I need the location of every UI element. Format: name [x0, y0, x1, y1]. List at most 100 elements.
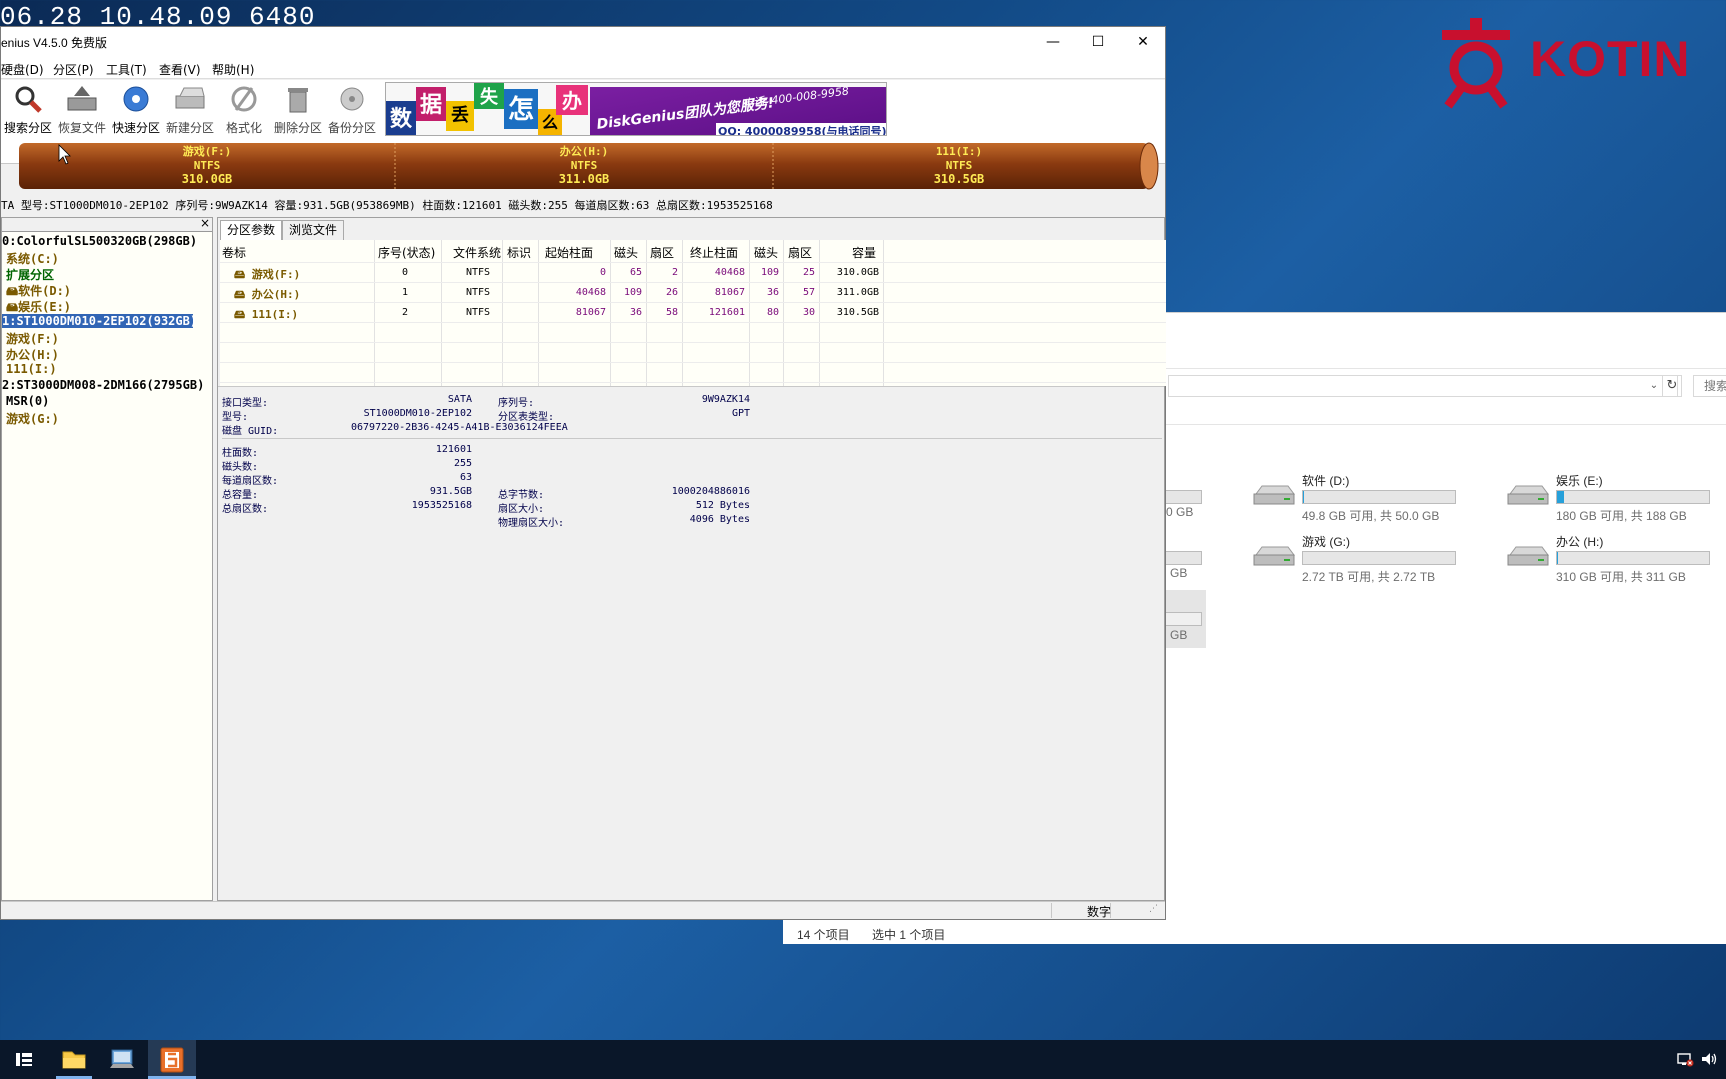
partition-i-size: 310.5GB	[934, 172, 985, 186]
drive-label: 办公 (H:)	[1556, 535, 1604, 549]
menu-help[interactable]: 帮助(H)	[212, 61, 254, 78]
cyl-value: 121601	[435, 444, 472, 455]
drive-tile-d[interactable]: 软件 (D:) 49.8 GB 可用, 共 50.0 GB	[1252, 472, 1482, 523]
row-start-cyl: 40468	[575, 287, 606, 298]
tree-header: ×	[2, 216, 212, 232]
tree-partition[interactable]: 游戏(F:)	[6, 330, 59, 347]
row-capacity: 310.0GB	[836, 267, 879, 278]
backup-partition-button[interactable]: 备份分区	[325, 84, 379, 135]
resize-grip-icon[interactable]: ⋰	[1149, 904, 1158, 914]
ptype-value: GPT	[731, 408, 750, 419]
network-icon[interactable]	[1676, 1050, 1694, 1071]
row-start-head: 36	[629, 307, 642, 318]
drive-partial-bar	[1166, 612, 1202, 626]
task-view-button[interactable]	[0, 1040, 48, 1079]
close-icon[interactable]: ×	[200, 216, 210, 230]
tree-disk-1-selected[interactable]: 1:ST1000DM010-2EP102(932GB)	[2, 314, 197, 328]
col-end-sector[interactable]: 扇区	[788, 244, 812, 261]
tree-partition[interactable]: 系统(C:)	[6, 250, 59, 267]
drive-free-text: 2.72 TB 可用, 共 2.72 TB	[1302, 570, 1436, 584]
menu-partition[interactable]: 分区(P)	[53, 61, 94, 78]
drive-tile-g[interactable]: 游戏 (G:) 2.72 TB 可用, 共 2.72 TB	[1252, 533, 1482, 584]
col-start-cyl[interactable]: 起始柱面	[545, 244, 593, 261]
cap-label: 总容量:	[222, 490, 259, 501]
banner-char: 失	[474, 83, 504, 109]
drive-tile-e[interactable]: 娱乐 (E:) 180 GB 可用, 共 188 GB	[1506, 472, 1726, 523]
menu-disk[interactable]: 硬盘(D)	[1, 61, 44, 78]
tree-partition[interactable]: 游戏(G:)	[6, 410, 59, 427]
col-end-head[interactable]: 磁头	[754, 244, 778, 261]
quick-partition-button[interactable]: 快速分区	[109, 84, 163, 135]
spt-value: 63	[459, 472, 472, 483]
row-start-sector: 26	[665, 287, 678, 298]
partition-f-fs: NTFS	[194, 159, 221, 172]
delete-partition-button[interactable]: 删除分区	[271, 84, 325, 135]
this-pc-taskbar-button[interactable]	[98, 1040, 146, 1079]
minimize-button[interactable]: —	[1030, 27, 1076, 57]
col-capacity[interactable]: 容量	[852, 244, 876, 261]
col-start-sector[interactable]: 扇区	[650, 244, 674, 261]
row-end-sector: 25	[802, 267, 815, 278]
banner-char: 办	[556, 85, 588, 115]
row-capacity: 311.0GB	[836, 287, 879, 298]
col-volume[interactable]: 卷标	[222, 244, 246, 261]
diskgenius-taskbar-button[interactable]	[148, 1040, 196, 1079]
computer-icon	[110, 1049, 134, 1068]
table-row[interactable]: 🖴 办公(H:) 1 NTFS 40468 109 26 81067 36 57…	[220, 283, 1166, 302]
partition-h-fs: NTFS	[571, 159, 598, 172]
menu-tools[interactable]: 工具(T)	[106, 61, 147, 78]
tree-disk-2[interactable]: 2:ST3000DM008-2DM166(2795GB)	[2, 378, 204, 392]
col-end-cyl[interactable]: 终止柱面	[690, 244, 738, 261]
tab-browse-files[interactable]: 浏览文件	[282, 220, 345, 240]
volume-icon[interactable]	[1700, 1050, 1720, 1071]
item-count: 14 个项目	[797, 928, 850, 942]
explorer-address-bar[interactable]	[1168, 375, 1678, 397]
col-id[interactable]: 标识	[507, 244, 531, 261]
serial-value: 9W9AZK14	[701, 394, 750, 405]
drive-partial-bar	[1166, 490, 1202, 504]
explorer-search-input[interactable]: 搜索	[1693, 375, 1726, 397]
title-bar[interactable]: enius V4.5.0 免费版 — ☐ ✕	[1, 27, 1165, 57]
hard-drive-icon	[1507, 485, 1549, 505]
refresh-icon[interactable]: ↻	[1662, 375, 1682, 397]
tree-partition[interactable]: MSR(0)	[6, 394, 49, 408]
sectors-value: 1953525168	[411, 500, 472, 511]
col-filesystem[interactable]: 文件系统	[453, 244, 501, 261]
drive-usage-bar	[1302, 551, 1456, 565]
recover-files-button[interactable]: 恢复文件	[55, 84, 109, 135]
disk-partition-bar[interactable]: 游戏(F:) NTFS 310.0GB 办公(H:) NTFS 311.0GB …	[19, 141, 1160, 191]
maximize-button[interactable]: ☐	[1075, 27, 1121, 57]
tree-extended[interactable]: 扩展分区	[6, 266, 54, 283]
ptype-label: 分区表类型:	[498, 412, 555, 423]
table-row[interactable]: 🖴 111(I:) 2 NTFS 81067 36 58 121601 80 3…	[220, 303, 1166, 322]
hard-drive-icon	[1253, 546, 1295, 566]
drive-tile-h[interactable]: 办公 (H:) 310 GB 可用, 共 311 GB	[1506, 533, 1726, 584]
search-partition-button[interactable]: 搜索分区	[1, 84, 55, 135]
close-button[interactable]: ✕	[1120, 27, 1166, 57]
tree-disk-0[interactable]: 0:ColorfulSL500320GB(298GB)	[2, 234, 197, 248]
guid-value: 06797220-2B36-4245-A41B-E3036124FEEA	[351, 422, 568, 433]
file-explorer-taskbar-button[interactable]	[50, 1040, 98, 1079]
new-partition-button[interactable]: 新建分区	[163, 84, 217, 135]
diskgenius-app-icon	[160, 1047, 184, 1073]
support-banner[interactable]: 数 据 丢 失 怎 么 办 DiskGenius团队为您服务! 电话: 400-…	[385, 82, 887, 136]
table-row[interactable]: 🖴 游戏(F:) 0 NTFS 0 65 2 40468 109 25 310.…	[220, 263, 1166, 282]
details-divider	[222, 438, 1162, 439]
tree-partition[interactable]: 111(I:)	[6, 362, 57, 376]
menu-view[interactable]: 查看(V)	[159, 61, 201, 78]
tree-partition[interactable]: 办公(H:)	[6, 346, 59, 363]
ssize-value: 512 Bytes	[695, 500, 750, 511]
tab-partition-params[interactable]: 分区参数	[220, 220, 283, 240]
iface-value: SATA	[447, 394, 472, 405]
task-view-icon	[16, 1053, 32, 1066]
disk-info-line: TA 型号:ST1000DM010-2EP102 序列号:9W9AZK14 容量…	[1, 199, 773, 212]
address-dropdown-icon[interactable]: ⌄	[1646, 375, 1662, 397]
drive-free-text: 49.8 GB 可用, 共 50.0 GB	[1302, 509, 1440, 523]
model-value: ST1000DM010-2EP102	[363, 408, 472, 419]
partition-f-name: 游戏(F:)	[183, 144, 232, 158]
col-index[interactable]: 序号(状态)	[378, 244, 435, 261]
drive-free-text: 180 GB 可用, 共 188 GB	[1556, 509, 1687, 523]
format-button[interactable]: 格式化	[217, 84, 271, 135]
col-start-head[interactable]: 磁头	[614, 244, 638, 261]
toolbar-label: 备份分区	[327, 121, 376, 135]
